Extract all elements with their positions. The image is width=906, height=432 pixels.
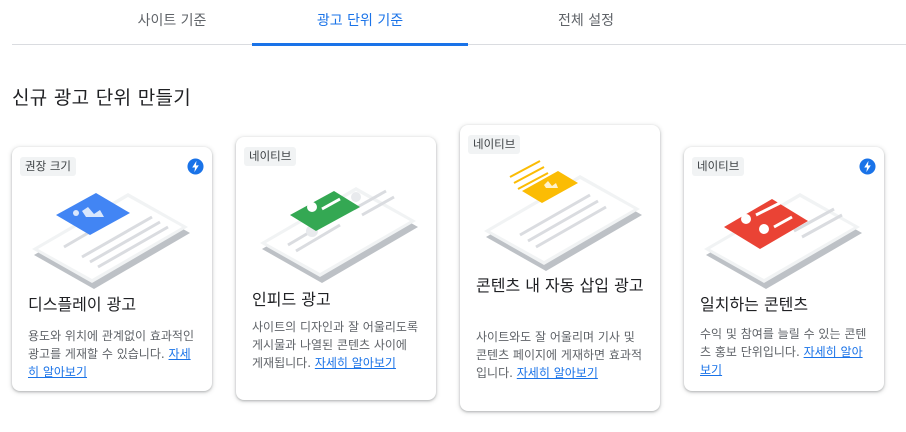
tab-site[interactable]: 사이트 기준 bbox=[74, 0, 270, 45]
learn-more-link[interactable]: 자세히 알아보기 bbox=[517, 366, 598, 380]
display-ad-illustration bbox=[32, 193, 190, 289]
in-article-ad-illustration bbox=[484, 160, 642, 271]
bolt-icon bbox=[187, 158, 204, 175]
card-title: 인피드 광고 bbox=[252, 290, 331, 309]
card-title: 콘텐츠 내 자동 삽입 광고 bbox=[476, 276, 644, 295]
tab-bar: 사이트 기준 광고 단위 기준 전체 설정 bbox=[12, 0, 906, 46]
card-description: 사이트의 디자인과 잘 어울리도록 게시물과 나열된 콘텐츠 사이에 게재됩니다… bbox=[252, 318, 420, 372]
in-feed-ad-card[interactable]: 네이티브 인피드 광고 사이트의 디자인과 잘 어울리도록 게시물과 나열된 콘… bbox=[236, 137, 436, 400]
native-chip: 네이티브 bbox=[468, 135, 521, 154]
native-chip: 네이티브 bbox=[244, 147, 297, 166]
card-description: 사이트와도 잘 어울리며 기사 및 콘텐츠 페이지에 게재하면 효과적입니다. … bbox=[476, 328, 644, 382]
tab-global-settings[interactable]: 전체 설정 bbox=[488, 0, 684, 45]
card-title: 일치하는 콘텐츠 bbox=[700, 295, 809, 314]
matched-content-illustration bbox=[704, 193, 862, 289]
in-feed-ad-illustration bbox=[260, 187, 418, 283]
matched-content-card[interactable]: 네이티브 일치하는 콘텐츠 수익 및 참여를 늘릴 수 있는 콘텐츠 홍보 단위… bbox=[684, 147, 884, 391]
bolt-icon bbox=[859, 158, 876, 175]
tab-ad-unit[interactable]: 광고 단위 기준 bbox=[252, 0, 468, 46]
in-article-ad-card[interactable]: 네이티브 콘텐츠 내 자동 삽입 광고 사이트와도 잘 어울리며 기사 및 콘텐… bbox=[460, 125, 660, 411]
card-description: 수익 및 참여를 늘릴 수 있는 콘텐츠 홍보 단위입니다. 자세히 알아보기 bbox=[700, 325, 868, 379]
card-description: 용도와 위치에 관계없이 효과적인 광고를 게재할 수 있습니다. 자세히 알아… bbox=[28, 327, 196, 381]
recommended-size-chip: 권장 크기 bbox=[20, 157, 76, 176]
native-chip: 네이티브 bbox=[692, 157, 745, 176]
display-ad-card[interactable]: 권장 크기 디스플레이 광고 용도와 위치에 관계없이 효과적인 광고를 게재할… bbox=[12, 147, 212, 391]
section-title: 신규 광고 단위 만들기 bbox=[12, 87, 192, 109]
card-title: 디스플레이 광고 bbox=[28, 295, 137, 314]
learn-more-link[interactable]: 자세히 알아보기 bbox=[315, 356, 396, 370]
